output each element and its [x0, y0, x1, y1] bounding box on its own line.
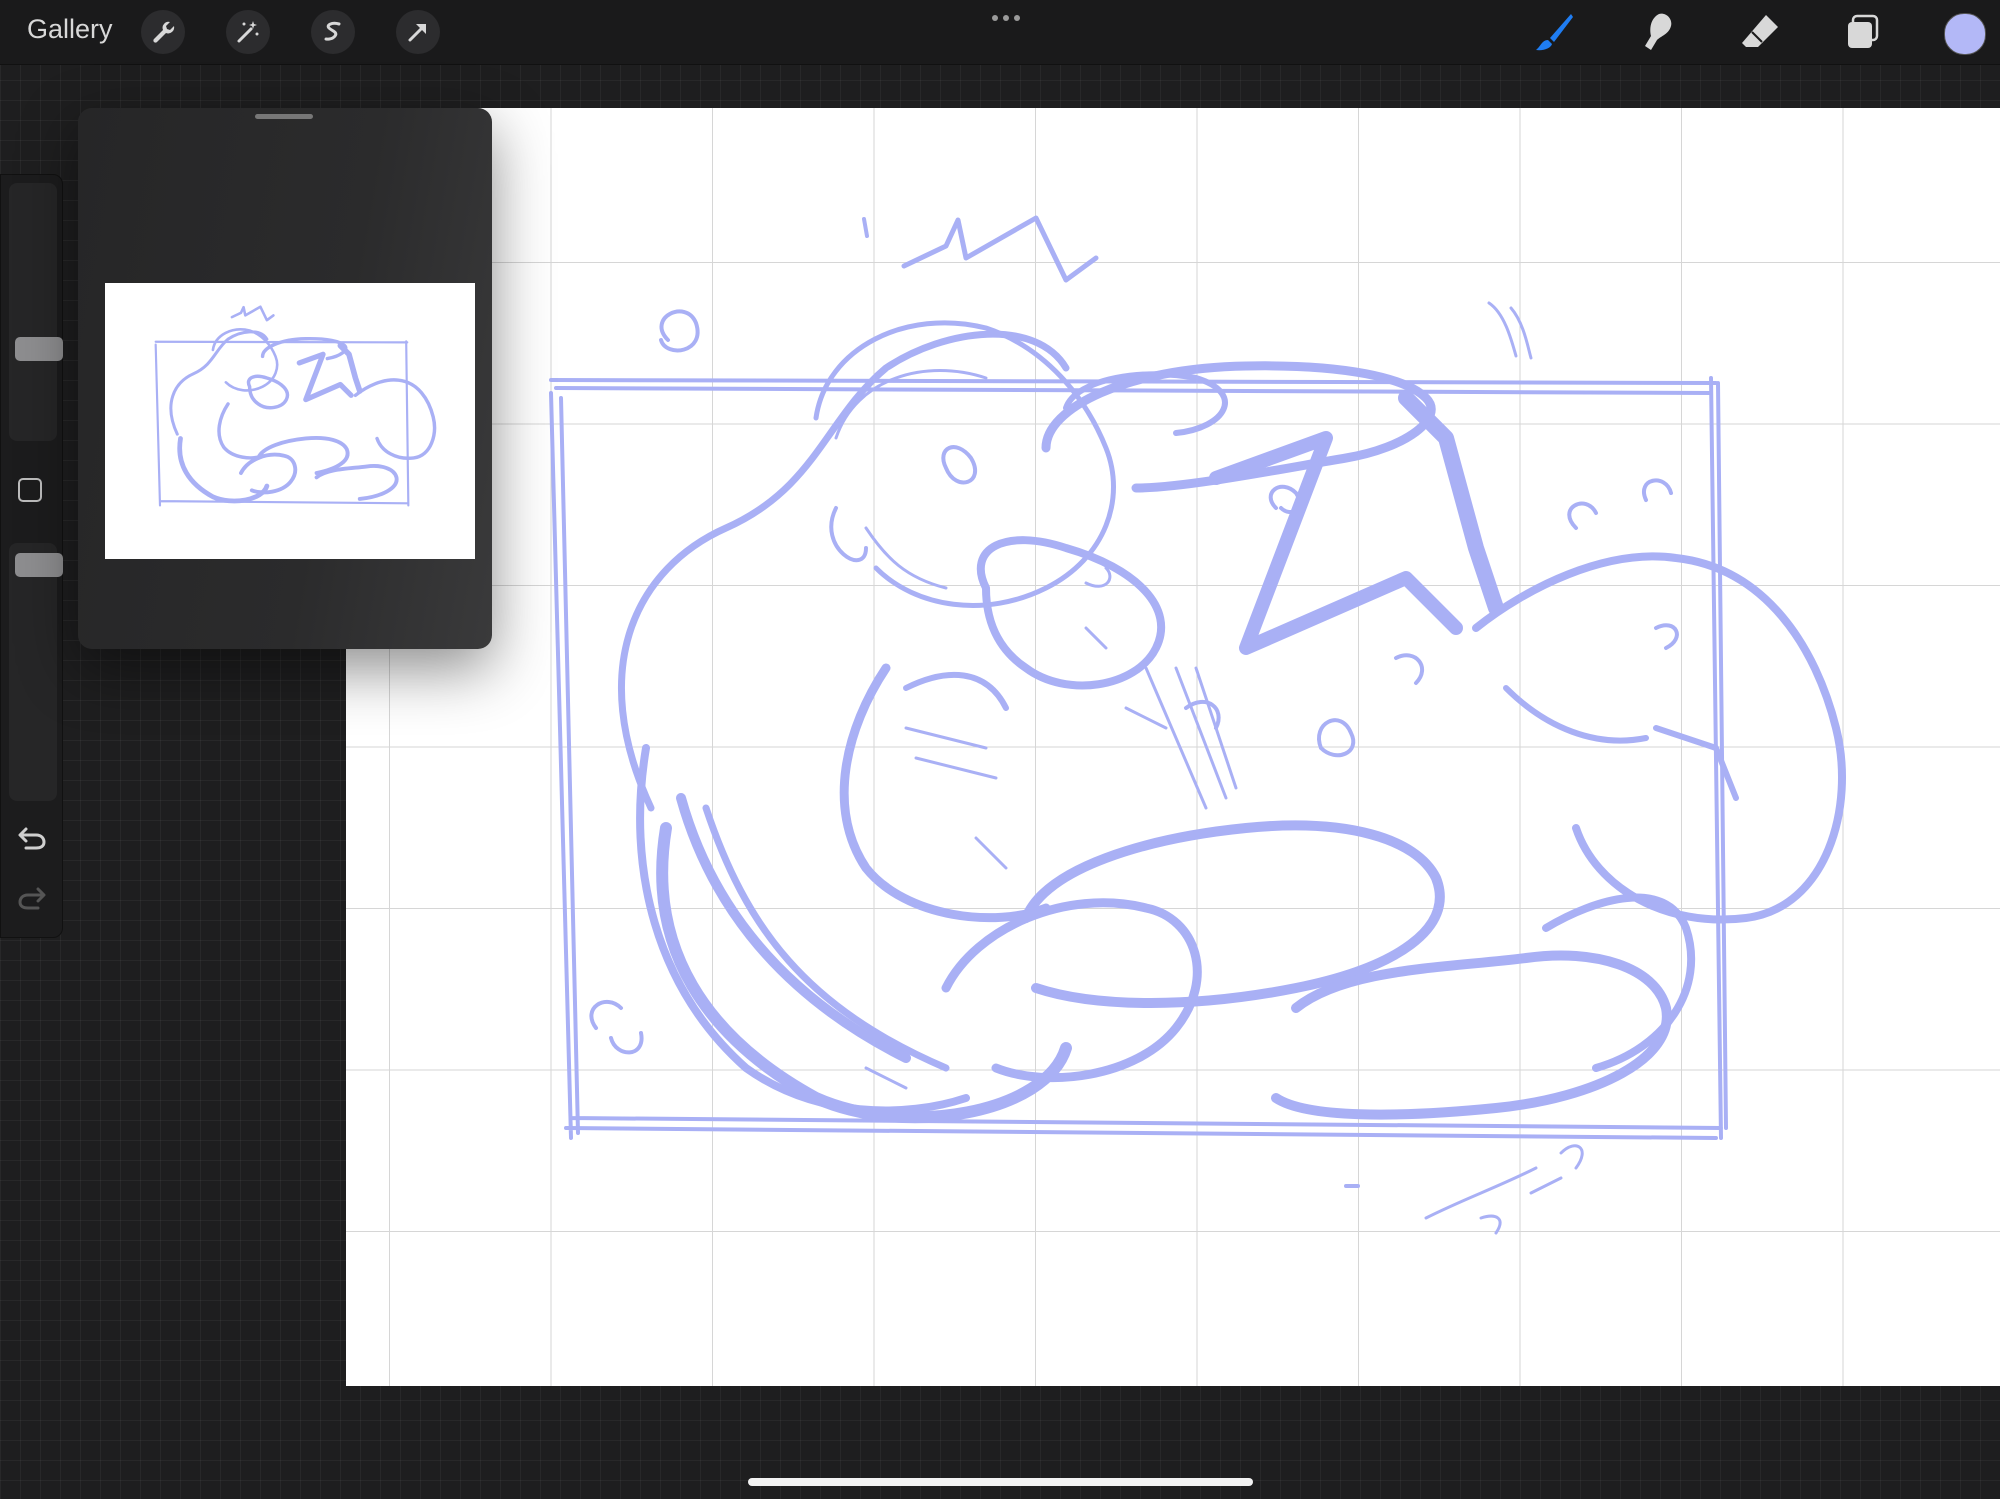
dot-icon	[1003, 15, 1009, 21]
magic-wand-icon	[237, 21, 259, 43]
brush-tool-button[interactable]	[1530, 8, 1578, 56]
opacity-thumb[interactable]	[15, 553, 63, 577]
brush-size-slider[interactable]	[9, 183, 63, 441]
wrench-icon	[153, 21, 175, 43]
reference-panel[interactable]	[78, 108, 492, 649]
reference-sketch	[154, 305, 437, 507]
transform-button[interactable]	[396, 10, 440, 54]
redo-button[interactable]	[16, 883, 48, 913]
layers-button[interactable]	[1839, 8, 1887, 56]
brush-icon	[1536, 14, 1573, 51]
drawing-canvas[interactable]	[346, 108, 2000, 1386]
layers-icon	[1848, 14, 1879, 48]
undo-button[interactable]	[16, 823, 48, 853]
top-toolbar: Gallery	[0, 0, 2000, 65]
adjustments-button[interactable]	[226, 10, 270, 54]
panel-grabber[interactable]	[255, 114, 313, 119]
dot-icon	[1014, 15, 1020, 21]
smudge-tool-button[interactable]	[1633, 8, 1681, 56]
eraser-tool-button[interactable]	[1736, 8, 1784, 56]
left-sidebar	[0, 174, 63, 938]
smudge-icon	[1645, 13, 1672, 51]
actions-button[interactable]	[141, 10, 185, 54]
modify-button[interactable]	[18, 478, 42, 502]
gallery-button[interactable]: Gallery	[27, 14, 113, 45]
more-options-button[interactable]	[986, 4, 1026, 32]
sketch-drawing	[549, 215, 1846, 1235]
selection-button[interactable]	[311, 10, 355, 54]
eraser-icon	[1742, 15, 1778, 47]
color-picker-button[interactable]	[1944, 13, 1986, 55]
selection-icon	[324, 21, 341, 41]
opacity-slider[interactable]	[9, 543, 63, 801]
transform-arrow-icon	[408, 24, 426, 42]
redo-icon	[18, 887, 46, 910]
reference-thumbnail	[105, 283, 475, 559]
undo-icon	[18, 827, 46, 850]
brush-size-thumb[interactable]	[15, 337, 63, 361]
home-indicator[interactable]	[748, 1478, 1253, 1486]
dot-icon	[992, 15, 998, 21]
